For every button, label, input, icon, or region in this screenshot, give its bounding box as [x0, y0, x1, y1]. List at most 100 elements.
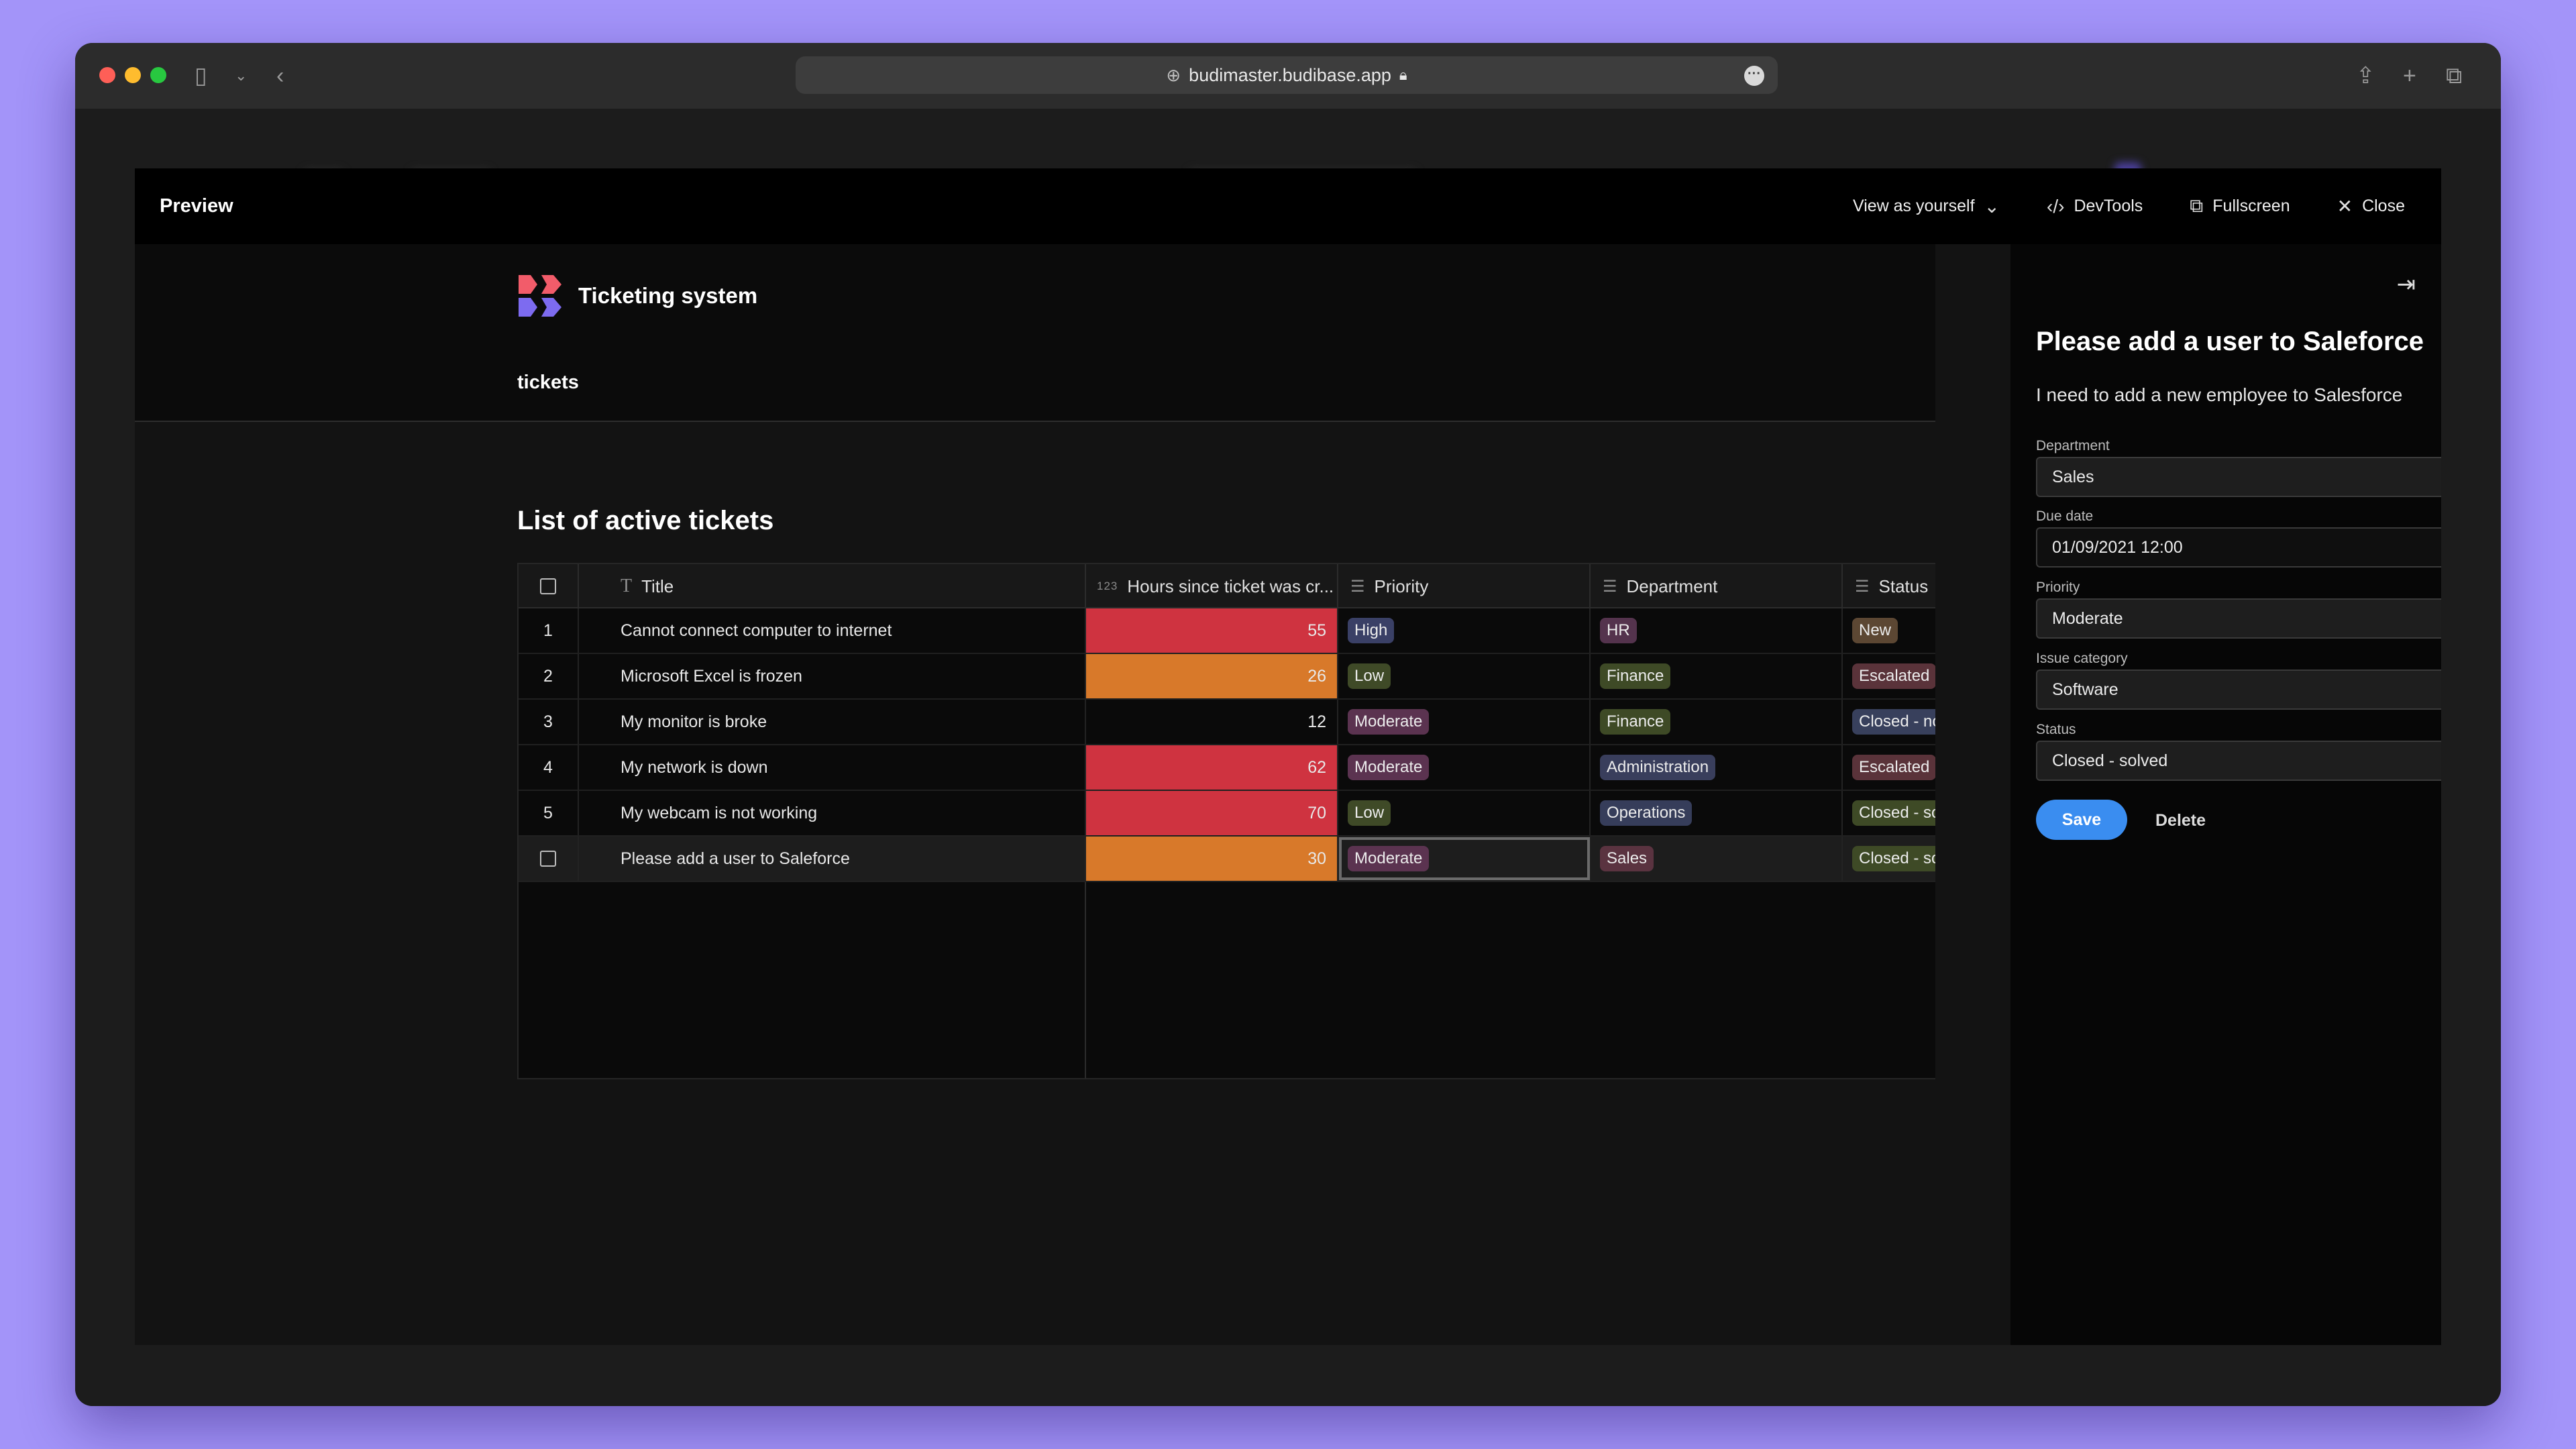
row-status-cell[interactable]: Closed - solved: [1843, 791, 1935, 835]
browser-window: ▯ ⌄ ‹ ⊕ budimaster.budibase.app 🔒︎ ··· ⇪…: [75, 43, 2501, 1406]
back-arrow-icon[interactable]: ‹: [276, 59, 284, 93]
chevron-down-icon[interactable]: ⌄: [235, 59, 247, 93]
row-index: 2: [519, 654, 579, 698]
save-button[interactable]: Save: [2036, 800, 2127, 840]
sidebar-toggle-icon[interactable]: ▯: [195, 59, 207, 93]
preview-modal: Preview View as yourself ⌄ ‹/› DevTools …: [135, 168, 2441, 1345]
row-index: 3: [519, 700, 579, 744]
row-department-cell[interactable]: Operations: [1591, 791, 1843, 835]
budibase-logo-icon: [519, 275, 561, 317]
status-pill: Closed - solved: [1852, 800, 1935, 826]
row-hours[interactable]: 30: [1086, 837, 1338, 881]
tabs-overview-icon[interactable]: ⧉: [2446, 59, 2462, 93]
new-tab-icon[interactable]: +: [2403, 59, 2416, 93]
window-controls: [99, 67, 166, 83]
row-hours[interactable]: 62: [1086, 745, 1338, 790]
table-row[interactable]: 4 My network is down 62 Moderate Adminis…: [519, 745, 1935, 791]
row-title[interactable]: My monitor is broke: [579, 700, 1086, 744]
app-name: Ticketing system: [578, 283, 758, 308]
external-link-icon: ⧉: [2190, 195, 2204, 216]
issue-category-select[interactable]: Software ⌄: [2036, 669, 2441, 710]
row-hours[interactable]: 12: [1086, 700, 1338, 744]
row-hours[interactable]: 55: [1086, 608, 1338, 653]
row-title[interactable]: My network is down: [579, 745, 1086, 790]
status-label: Status: [2036, 722, 2076, 737]
close-label: Close: [2362, 197, 2405, 215]
row-priority-cell[interactable]: Low: [1338, 654, 1591, 698]
department-select[interactable]: Sales ⌄: [2036, 457, 2441, 497]
row-department-cell[interactable]: Sales: [1591, 837, 1843, 881]
row-index: 5: [519, 791, 579, 835]
row-hours[interactable]: 26: [1086, 654, 1338, 698]
column-department-label: Department: [1626, 576, 1718, 596]
row-hours[interactable]: 70: [1086, 791, 1338, 835]
row-status-cell[interactable]: Escalated: [1843, 654, 1935, 698]
fullscreen-button[interactable]: ⧉ Fullscreen: [2190, 195, 2290, 217]
more-options-icon[interactable]: ···: [1744, 66, 1764, 86]
devtools-button[interactable]: ‹/› DevTools: [2047, 196, 2143, 217]
column-header-priority[interactable]: ☰ Priority: [1338, 564, 1591, 608]
globe-icon: ⊕: [1166, 64, 1181, 85]
row-department-cell[interactable]: HR: [1591, 608, 1843, 653]
nav-link-tickets[interactable]: tickets: [517, 372, 579, 394]
address-bar[interactable]: ⊕ budimaster.budibase.app 🔒︎ ···: [796, 56, 1778, 94]
department-pill: Finance: [1600, 663, 1671, 689]
column-title-label: Title: [641, 576, 674, 596]
column-header-hours[interactable]: 123 Hours since ticket was cr...: [1086, 564, 1338, 608]
priority-select[interactable]: Moderate ⌄: [2036, 598, 2441, 639]
row-priority-cell[interactable]: Low: [1338, 791, 1591, 835]
table-row-selected[interactable]: Please add a user to Saleforce 30 Modera…: [519, 837, 1935, 882]
row-status-cell[interactable]: Closed - not solved: [1843, 700, 1935, 744]
row-priority-cell[interactable]: High: [1338, 608, 1591, 653]
close-window-button[interactable]: [99, 67, 115, 83]
table-row[interactable]: 5 My webcam is not working 70 Low Operat…: [519, 791, 1935, 837]
column-header-department[interactable]: ☰ Department: [1591, 564, 1843, 608]
view-as-dropdown[interactable]: View as yourself ⌄: [1853, 195, 2000, 217]
row-priority-cell-focused[interactable]: Moderate: [1338, 837, 1591, 881]
row-priority-cell[interactable]: Moderate: [1338, 745, 1591, 790]
collapse-panel-icon[interactable]: ⇥: [2397, 271, 2416, 298]
department-pill: Operations: [1600, 800, 1693, 826]
row-status-cell[interactable]: Closed - solved: [1843, 837, 1935, 881]
department-pill: HR: [1600, 618, 1637, 643]
url-text: budimaster.budibase.app: [1189, 64, 1391, 85]
text-type-icon: T: [621, 576, 633, 596]
row-department-cell[interactable]: Administration: [1591, 745, 1843, 790]
status-pill: New: [1852, 618, 1898, 643]
department-label: Department: [2036, 438, 2110, 453]
minimize-window-button[interactable]: [125, 67, 141, 83]
status-select[interactable]: Closed - solved ⌄: [2036, 741, 2441, 781]
row-title[interactable]: Cannot connect computer to internet: [579, 608, 1086, 653]
row-checkbox[interactable]: [540, 851, 556, 867]
share-icon[interactable]: ⇪: [2356, 59, 2375, 93]
row-department-cell[interactable]: Finance: [1591, 700, 1843, 744]
table-row[interactable]: 3 My monitor is broke 12 Moderate Financ…: [519, 700, 1935, 745]
delete-button[interactable]: Delete: [2155, 811, 2206, 830]
app-canvas: Ticketing system tickets List of active …: [135, 244, 1935, 1345]
due-date-value: 01/09/2021 12:00: [2052, 537, 2183, 557]
column-header-status[interactable]: ☰ Status: [1843, 564, 1935, 608]
side-panel: ⇥ Please add a user to Saleforce I need …: [2010, 244, 2441, 1345]
row-priority-cell[interactable]: Moderate: [1338, 700, 1591, 744]
priority-pill: High: [1348, 618, 1395, 643]
column-priority-label: Priority: [1374, 576, 1429, 596]
row-title[interactable]: Please add a user to Saleforce: [579, 837, 1086, 881]
priority-pill: Low: [1348, 800, 1391, 826]
close-preview-button[interactable]: ✕ Close: [2337, 195, 2405, 217]
code-icon: ‹/›: [2047, 195, 2065, 217]
row-title[interactable]: My webcam is not working: [579, 791, 1086, 835]
row-status-cell[interactable]: New: [1843, 608, 1935, 653]
priority-label: Priority: [2036, 580, 2080, 595]
side-panel-description: I need to add a new employee to Salesfor…: [2036, 384, 2403, 405]
table-header: T Title 123 Hours since ticket was cr...…: [519, 564, 1935, 608]
column-header-title[interactable]: T Title: [579, 564, 1086, 608]
row-title[interactable]: Microsoft Excel is frozen: [579, 654, 1086, 698]
row-department-cell[interactable]: Finance: [1591, 654, 1843, 698]
select-all-checkbox[interactable]: [540, 578, 556, 594]
due-date-field[interactable]: 01/09/2021 12:00 ▦: [2036, 527, 2441, 568]
maximize-window-button[interactable]: [150, 67, 166, 83]
row-status-cell[interactable]: Escalated: [1843, 745, 1935, 790]
table-row[interactable]: 1 Cannot connect computer to internet 55…: [519, 608, 1935, 654]
app-navigation: Ticketing system tickets: [135, 244, 1935, 422]
table-row[interactable]: 2 Microsoft Excel is frozen 26 Low Finan…: [519, 654, 1935, 700]
